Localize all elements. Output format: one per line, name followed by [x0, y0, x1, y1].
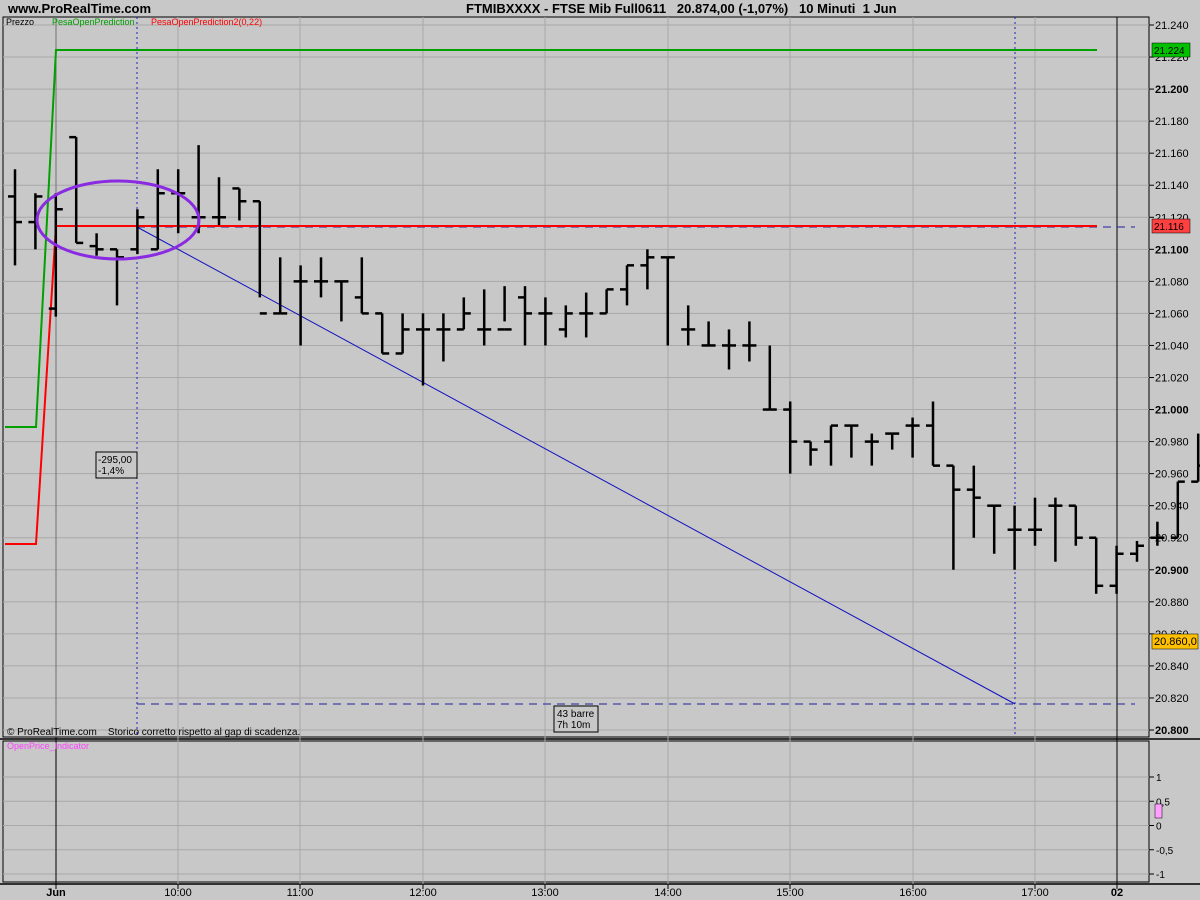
time-tick-label: 16:00	[899, 887, 927, 899]
change-percent: -1,4%	[98, 466, 124, 477]
time-tick-label: 02	[1111, 887, 1123, 899]
time-tick-label: 12:00	[409, 887, 437, 899]
price-tick-label: 21.240	[1155, 20, 1189, 32]
time-tick-label: 11:00	[287, 887, 314, 899]
lower-panel	[2, 740, 1150, 883]
price-tick-label: 21.140	[1155, 180, 1189, 192]
price-tick-label: 21.160	[1155, 148, 1189, 160]
indicator1-legend: PesaOpenPrediction	[52, 17, 135, 27]
bar-count: 43 barre	[557, 709, 595, 720]
price-axis: 21.24021.22021.20021.18021.16021.14021.1…	[1149, 20, 1189, 737]
price-tick-label: 21.200	[1155, 84, 1189, 96]
ohlc-bar	[1191, 433, 1200, 483]
price-tick-label: 20.960	[1155, 469, 1189, 481]
lower-tick-label: 0	[1156, 822, 1162, 833]
duration-annotation: 43 barre 7h 10m	[553, 705, 599, 733]
footer-note: © ProRealTime.com Storico corretto rispe…	[7, 727, 300, 738]
svg-text:21.116: 21.116	[1154, 222, 1184, 233]
price-tick-label: 21.020	[1155, 373, 1189, 385]
price-tick-label: 20.820	[1155, 693, 1189, 705]
lower-tick-label: -0,5	[1156, 846, 1174, 857]
price-tick-label: 20.880	[1155, 597, 1189, 609]
time-tick-label: 15:00	[776, 887, 804, 899]
svg-text:20.860,0: 20.860,0	[1154, 636, 1197, 648]
price-tick-label: 21.100	[1155, 244, 1189, 256]
price-tick-label: 21.040	[1155, 340, 1189, 352]
time-tick-label: 14:00	[654, 887, 682, 899]
red-level-tag: 21.116	[1151, 218, 1191, 234]
time-tick-label: 13:00	[531, 887, 559, 899]
price-tick-label: 20.900	[1155, 565, 1189, 577]
price-tick-label: 21.000	[1155, 405, 1189, 417]
duration-time: 7h 10m	[557, 720, 590, 731]
price-chart[interactable]: 21.24021.22021.20021.18021.16021.14021.1…	[0, 0, 1200, 900]
price-tick-label: 21.180	[1155, 116, 1189, 128]
change-value: -295,00	[98, 455, 132, 466]
indicator2-legend: PesaOpenPrediction2(0,22)	[151, 17, 262, 27]
time-tick-label: Jun	[46, 887, 66, 899]
time-tick-label: 17:00	[1021, 887, 1049, 899]
green-level-tag: 21.224	[1151, 42, 1191, 58]
price-tick-label: 21.080	[1155, 276, 1189, 288]
time-axis: Jun 10:00 11:00 12:00 13:00 14:00 15:00 16:00 17…	[46, 884, 1123, 899]
last-price-tag: 20.860,0	[1151, 633, 1199, 650]
price-tick-label: 21.060	[1155, 308, 1189, 320]
price-tick-label: 20.940	[1155, 501, 1189, 513]
lower-indicator-marker	[1154, 803, 1163, 819]
lower-tick-label: 1	[1156, 773, 1162, 784]
lower-panel-title: OpenPrice_Indicator	[7, 741, 89, 751]
price-tick-label: 20.840	[1155, 661, 1189, 673]
svg-text:21.224: 21.224	[1154, 46, 1185, 57]
change-annotation: -295,00 -1,4%	[95, 451, 138, 479]
time-tick-label: 10:00	[164, 887, 192, 899]
price-tick-label: 20.980	[1155, 437, 1189, 449]
price-legend: Prezzo	[6, 17, 34, 27]
lower-tick-label: -1	[1156, 870, 1165, 881]
lower-axis: 10,50-0,5-1	[1149, 773, 1174, 881]
price-tick-label: 20.800	[1155, 725, 1189, 737]
